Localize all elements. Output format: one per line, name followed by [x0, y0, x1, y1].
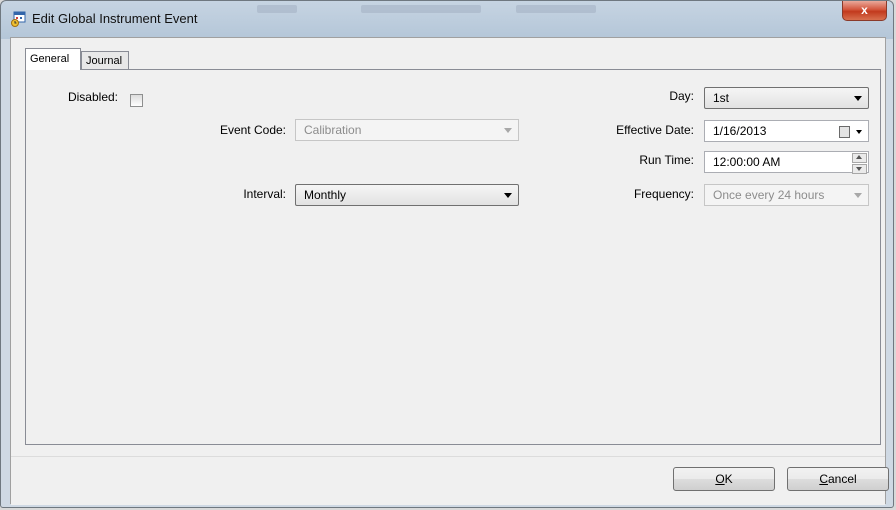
chevron-down-icon — [854, 193, 862, 198]
general-tab-panel: Disabled: Event Code: Calibration Interv… — [25, 69, 881, 445]
tab-journal[interactable]: Journal — [81, 51, 129, 70]
cancel-mnemonic: C — [819, 472, 828, 486]
background-window-ghost — [361, 5, 481, 13]
interval-dropdown[interactable]: Monthly — [295, 184, 519, 206]
event-code-combobox[interactable]: Calibration — [295, 119, 519, 141]
interval-label: Interval: — [243, 187, 286, 201]
event-calendar-icon — [11, 11, 26, 27]
tab-general[interactable]: General — [25, 48, 81, 70]
day-dropdown[interactable]: 1st — [704, 87, 869, 109]
chevron-down-icon[interactable] — [856, 130, 862, 134]
effective-date-picker[interactable]: 1/16/2013 — [704, 120, 869, 142]
edit-event-window: Edit Global Instrument Event x General J… — [0, 0, 894, 508]
chevron-down-icon — [854, 96, 862, 101]
day-label: Day: — [669, 89, 694, 103]
effective-date-label: Effective Date: — [616, 123, 694, 137]
calendar-icon[interactable] — [839, 126, 850, 138]
ok-label-rest: K — [724, 472, 733, 486]
close-icon: x — [861, 3, 868, 17]
disabled-label: Disabled: — [67, 90, 118, 104]
dialog-client-area: General Journal Disabled: Event Code: Ca… — [10, 37, 889, 505]
background-window-ghost — [516, 5, 596, 13]
window-title: Edit Global Instrument Event — [32, 11, 198, 26]
event-code-value: Calibration — [304, 123, 362, 137]
run-time-label: Run Time: — [639, 153, 694, 167]
frequency-combobox[interactable]: Once every 24 hours — [704, 184, 869, 206]
ok-mnemonic: O — [715, 472, 725, 486]
title-bar[interactable]: Edit Global Instrument Event x — [1, 1, 893, 35]
day-value: 1st — [713, 91, 730, 105]
chevron-down-icon — [504, 128, 512, 133]
frequency-value: Once every 24 hours — [713, 188, 825, 202]
run-time-field[interactable]: 12:00:00 AM — [704, 151, 869, 174]
frequency-label: Frequency: — [633, 187, 694, 201]
effective-date-value: 1/16/2013 — [713, 124, 767, 138]
spin-down-button[interactable] — [852, 164, 867, 174]
run-time-value: 12:00:00 AM — [713, 155, 781, 169]
spin-up-button[interactable] — [852, 153, 867, 163]
close-button[interactable]: x — [842, 1, 887, 21]
event-code-label: Event Code: — [219, 123, 286, 137]
interval-value: Monthly — [304, 188, 347, 202]
ok-button[interactable]: OK — [673, 467, 775, 491]
chevron-down-icon — [504, 193, 512, 198]
spinner-icon[interactable] — [852, 153, 867, 174]
cancel-button[interactable]: Cancel — [787, 467, 889, 491]
disabled-checkbox[interactable] — [130, 94, 143, 107]
background-window-ghost — [257, 5, 297, 13]
button-bar: OK Cancel — [11, 456, 889, 505]
cancel-label-rest: ancel — [827, 472, 857, 486]
